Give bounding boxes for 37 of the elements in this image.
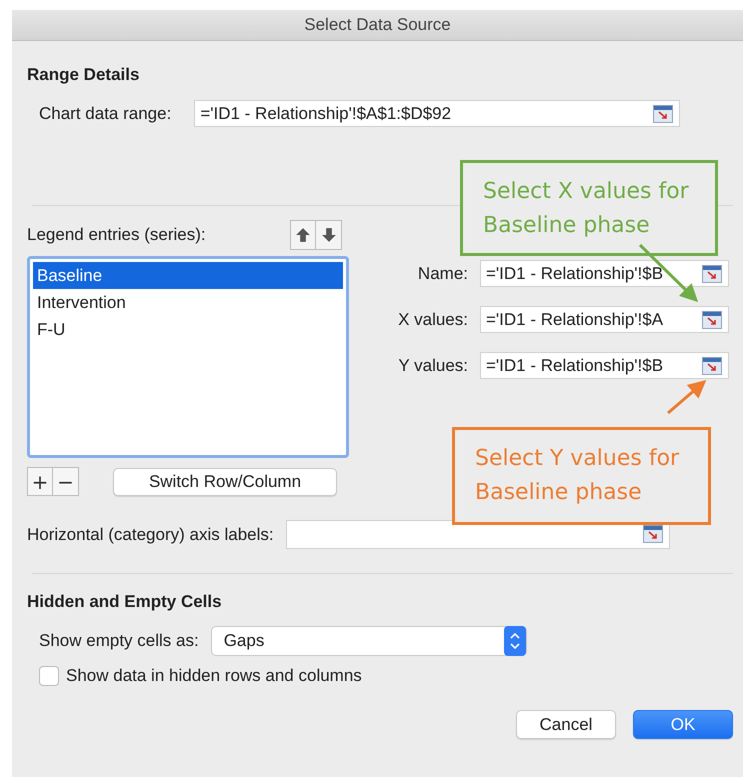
cancel-button[interactable]: Cancel [516,710,616,739]
chevron-updown-icon [502,626,527,656]
section-heading: Range Details [27,65,140,85]
checkbox[interactable] [39,666,59,686]
callout-text: Baseline phase [483,212,651,240]
list-label: Legend entries (series): [27,225,206,245]
field-label: X values: [398,310,468,330]
range-picker-icon[interactable] [642,525,663,543]
series-list-item[interactable]: F-U [33,316,343,343]
switch-row-column-button[interactable]: Switch Row/Column [113,468,337,496]
down-arrow-icon [320,227,336,243]
up-arrow-icon [295,227,311,243]
range-picker-icon[interactable] [702,357,722,375]
checkbox-label: Show data in hidden rows and columns [66,666,362,686]
field-label: Horizontal (category) axis labels: [27,524,274,544]
reference-field[interactable]: ='ID1 - Relationship'!$B [480,260,729,287]
field-label: Y values: [398,356,468,376]
range-field[interactable]: ='ID1 - Relationship'!$A$1:$D$92 [194,100,680,127]
range-picker-icon[interactable] [653,105,674,123]
reference-field[interactable]: ='ID1 - Relationship'!$A [480,306,729,333]
arrow [667,380,706,414]
window-title: Select Data Source [304,15,451,35]
axis-labels-field[interactable] [286,520,670,549]
range-picker-icon[interactable] [702,265,722,283]
series-list-item[interactable]: Intervention [33,289,343,316]
callout-text: Baseline phase [475,479,643,507]
callout-text: Select X values for [483,178,690,206]
reference-field[interactable]: ='ID1 - Relationship'!$B [480,352,729,379]
callout-text: Select Y values for [475,445,680,473]
range-picker-icon[interactable] [702,311,722,329]
field-label: Chart data range: [39,104,172,124]
section-heading: Hidden and Empty Cells [27,592,223,612]
series-list-item[interactable]: Baseline [33,262,343,289]
field-label: Name: [418,264,468,284]
field-label: Show empty cells as: [39,631,199,651]
empty-cells-dropdown[interactable]: Gaps [210,626,527,656]
ok-button[interactable]: OK [633,710,733,739]
